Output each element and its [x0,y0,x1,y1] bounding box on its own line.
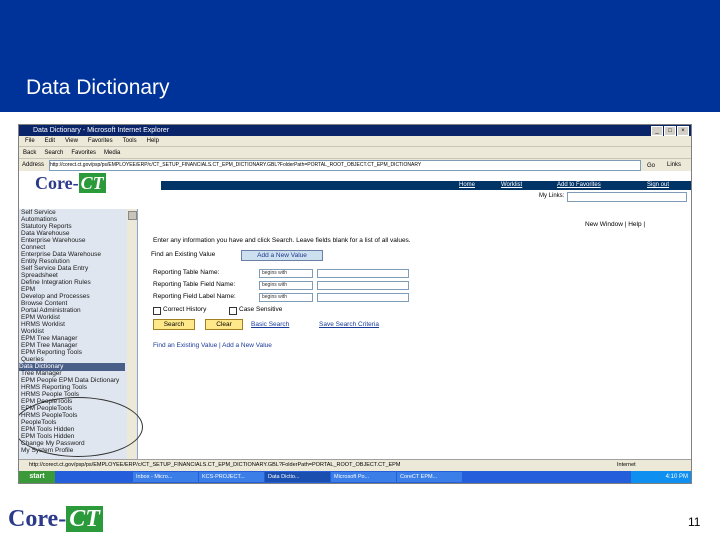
menu-tools[interactable]: Tools [123,136,137,146]
menu-edit[interactable]: Edit [45,136,55,146]
status-bar: http://corect.ct.gov/psp/ps/EMPLOYEE/ERP… [19,459,691,471]
my-links-select[interactable] [567,192,687,202]
window-title: Data Dictionary - Microsoft Internet Exp… [33,127,170,134]
menu-view[interactable]: View [65,136,78,146]
table-name-operator[interactable]: begins with [259,269,313,278]
table-name-input[interactable] [317,269,409,278]
case-sensitive-label: Case Sensitive [239,306,283,313]
menu-help[interactable]: Help [147,136,159,146]
clear-button[interactable]: Clear [205,319,243,330]
find-add-links[interactable]: Find an Existing Value | Add a New Value [153,342,272,349]
taskbar-item-active[interactable]: Data Dictio... [265,472,330,482]
address-input[interactable]: http://corect.ct.gov/psp/ps/EMPLOYEE/ERP… [49,160,641,171]
taskbar-item[interactable]: KCS-PROJECT... [199,472,264,482]
nav-add-favorites[interactable]: Add to Favorites [557,181,601,190]
menu-favorites[interactable]: Favorites [88,136,113,146]
nav-sign-out[interactable]: Sign out [647,181,669,190]
status-url: http://corect.ct.gov/psp/ps/EMPLOYEE/ERP… [29,462,401,468]
instructions-text: Enter any information you have and click… [153,237,411,244]
address-label: Address [22,162,45,168]
field-label-name-input[interactable] [317,293,409,302]
minimize-icon[interactable]: _ [651,126,663,136]
page-number: 11 [688,515,701,529]
table-field-name-operator[interactable]: begins with [259,281,313,290]
close-icon[interactable]: × [677,126,689,136]
menu-file[interactable]: File [25,136,35,146]
taskbar-item[interactable]: CoreCT EPM... [397,472,462,482]
nav-worklist[interactable]: Worklist [501,181,522,190]
web-page: Core- CT Home Worklist Add to Favorites S… [19,171,691,459]
taskbar-item[interactable]: Microsoft Po... [331,472,396,482]
field-label-name-operator[interactable]: begins with [259,293,313,302]
correct-history-checkbox[interactable] [153,307,161,315]
save-search-criteria-link[interactable]: Save Search Criteria [319,321,379,328]
maximize-icon[interactable]: □ [664,126,676,136]
system-clock: 4:10 PM [631,471,691,483]
address-bar: Address http://corect.ct.gov/psp/ps/EMPL… [19,158,691,171]
browser-menubar: File Edit View Favorites Tools Help [19,136,691,146]
nav-home[interactable]: Home [459,181,475,190]
taskbar-item[interactable]: Inbox - Micro... [133,472,198,482]
highlight-circle [19,397,143,457]
my-links-label: My Links: [539,193,565,199]
field-label-table-name: Reporting Table Name: [153,269,220,276]
tab-find-existing[interactable]: Find an Existing Value [151,251,215,258]
start-button[interactable]: start [19,471,55,483]
windows-taskbar: start Inbox - Micro... KCS-PROJECT... Da… [19,471,691,483]
field-label-field-label-name: Reporting Field Label Name: [153,293,236,300]
app-logo: Core- CT [35,173,106,193]
browser-screenshot: Data Dictionary - Microsoft Internet Exp… [18,124,692,484]
links-button[interactable]: Links [667,159,681,171]
correct-history-label: Correct History [163,306,207,313]
table-field-name-input[interactable] [317,281,409,290]
window-titlebar: Data Dictionary - Microsoft Internet Exp… [19,125,691,136]
app-navbar: Home Worklist Add to Favorites Sign out [161,181,691,190]
basic-search-link[interactable]: Basic Search [251,321,289,328]
search-button[interactable]: Search [153,319,195,330]
internet-zone: Internet [617,462,636,468]
help-links[interactable]: New Window | Help | [585,221,645,228]
case-sensitive-checkbox[interactable] [229,307,237,315]
tab-add-new[interactable]: Add a New Value [241,250,323,261]
slide-title: Data Dictionary [26,76,170,99]
footer-logo: Core- CT [8,506,103,533]
field-label-table-field-name: Reporting Table Field Name: [153,281,236,288]
